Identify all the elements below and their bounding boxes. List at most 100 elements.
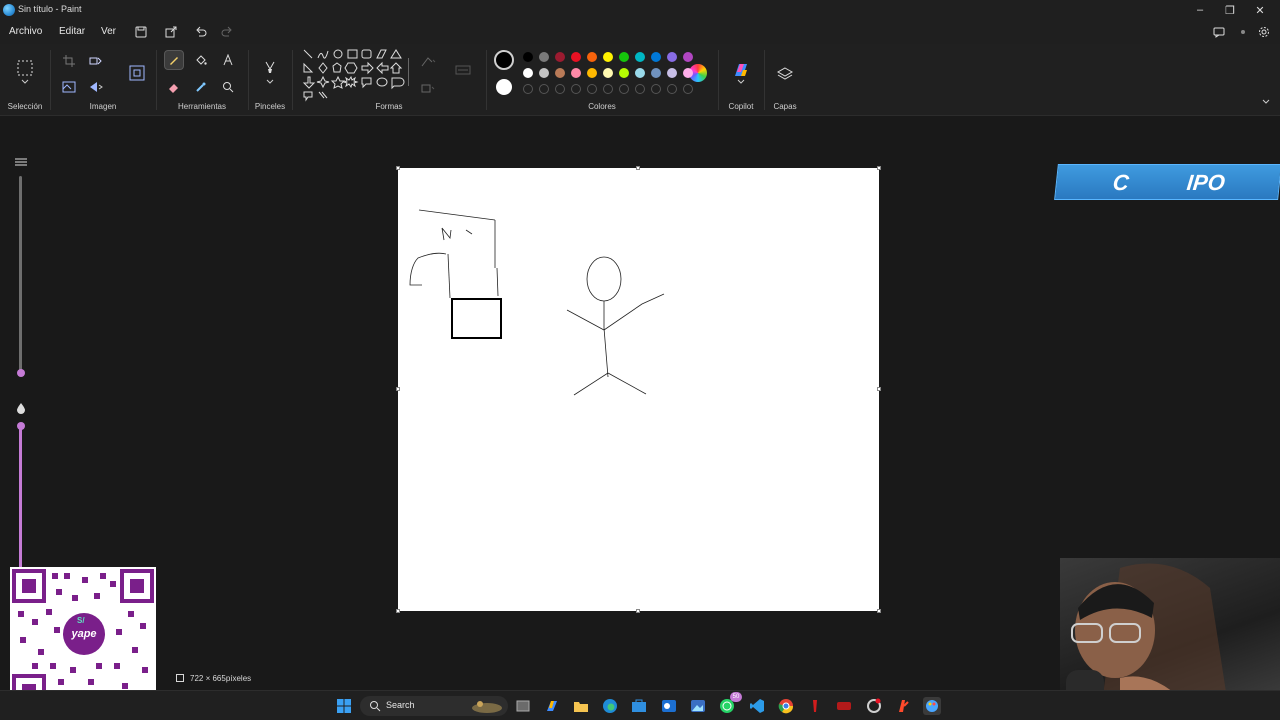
account-icon[interactable]: [1235, 24, 1251, 40]
color-swatch[interactable]: [619, 52, 629, 62]
menu-ver[interactable]: Ver: [101, 26, 116, 37]
taskbar-search[interactable]: Search: [360, 696, 508, 716]
shape-style-icon[interactable]: [453, 60, 473, 80]
crop-icon[interactable]: [59, 51, 79, 71]
windows-start-icon[interactable]: [335, 697, 353, 715]
chrome-icon[interactable]: [777, 697, 795, 715]
ribbon-collapse-chevron-icon[interactable]: [1258, 96, 1274, 108]
color-swatch[interactable]: [651, 52, 661, 62]
resize-image-icon[interactable]: [127, 63, 147, 83]
color-swatch[interactable]: [571, 52, 581, 62]
color-swatch[interactable]: [555, 68, 565, 78]
canvas-resize-handle[interactable]: [396, 609, 400, 613]
share-icon[interactable]: [163, 24, 179, 40]
color-swatch[interactable]: [555, 52, 565, 62]
save-icon[interactable]: [133, 24, 149, 40]
secondary-color-swatch[interactable]: [496, 79, 512, 95]
custom-color-slot[interactable]: [539, 84, 549, 94]
custom-color-slot[interactable]: [571, 84, 581, 94]
brush-size-slider[interactable]: [19, 176, 22, 376]
selection-dropdown-icon[interactable]: [15, 76, 35, 88]
utility-app-icon[interactable]: [865, 697, 883, 715]
photos-icon[interactable]: [689, 697, 707, 715]
canvas-resize-handle[interactable]: [636, 166, 640, 170]
color-swatch[interactable]: [603, 68, 613, 78]
custom-color-slot[interactable]: [635, 84, 645, 94]
copilot-dropdown-icon[interactable]: [731, 76, 751, 88]
layers-icon[interactable]: [775, 64, 795, 84]
custom-color-slot[interactable]: [667, 84, 677, 94]
opacity-slider-thumb[interactable]: [17, 422, 25, 430]
flip-icon[interactable]: [86, 77, 106, 97]
rotate-icon[interactable]: [86, 51, 106, 71]
canvas-resize-handle[interactable]: [396, 166, 400, 170]
drawing-canvas[interactable]: [398, 168, 879, 611]
color-swatch[interactable]: [619, 68, 629, 78]
custom-color-slot[interactable]: [683, 84, 693, 94]
select-rectangle-icon[interactable]: [15, 58, 35, 78]
color-swatch[interactable]: [635, 68, 645, 78]
color-swatch[interactable]: [523, 68, 533, 78]
orange-app-icon[interactable]: [894, 697, 912, 715]
canvas-resize-handle[interactable]: [396, 387, 400, 391]
color-swatch[interactable]: [571, 68, 581, 78]
brushes-dropdown-icon[interactable]: [260, 76, 280, 88]
undo-icon[interactable]: [193, 24, 209, 40]
paint-taskbar-icon[interactable]: [923, 697, 941, 715]
color-swatch[interactable]: [667, 68, 677, 78]
color-swatch[interactable]: [587, 52, 597, 62]
shapes-gallery[interactable]: [302, 48, 406, 102]
canvas-resize-handle[interactable]: [877, 609, 881, 613]
text-tool-icon[interactable]: [218, 50, 238, 70]
magnifier-icon[interactable]: [218, 77, 238, 97]
color-swatch[interactable]: [667, 52, 677, 62]
shape-fill-icon[interactable]: [418, 78, 438, 98]
custom-color-slot[interactable]: [523, 84, 533, 94]
menu-archivo[interactable]: Archivo: [9, 26, 42, 37]
color-swatch[interactable]: [539, 52, 549, 62]
canvas-resize-handle[interactable]: [877, 166, 881, 170]
settings-gear-icon[interactable]: [1256, 24, 1272, 40]
fill-bucket-icon[interactable]: [191, 50, 211, 70]
color-swatch[interactable]: [587, 68, 597, 78]
eraser-icon[interactable]: [164, 77, 184, 97]
color-swatch[interactable]: [651, 68, 661, 78]
shape-outline-icon[interactable]: [418, 52, 438, 72]
custom-color-slot[interactable]: [587, 84, 597, 94]
minimize-button[interactable]: –: [1185, 2, 1215, 18]
maximize-button[interactable]: ❐: [1215, 2, 1245, 18]
vscode-icon[interactable]: [748, 697, 766, 715]
feedback-icon[interactable]: [1211, 24, 1227, 40]
canvas-resize-handle[interactable]: [877, 387, 881, 391]
redo-icon[interactable]: [219, 24, 235, 40]
canvas-resize-handle[interactable]: [636, 609, 640, 613]
color-swatch[interactable]: [539, 68, 549, 78]
custom-color-slot[interactable]: [619, 84, 629, 94]
brush-size-slider-thumb[interactable]: [17, 369, 25, 377]
microsoft-store-icon[interactable]: [630, 697, 648, 715]
remove-background-icon[interactable]: [59, 77, 79, 97]
custom-color-slot[interactable]: [603, 84, 613, 94]
outlook-icon[interactable]: [660, 697, 678, 715]
task-view-icon[interactable]: [514, 697, 532, 715]
color-swatch[interactable]: [683, 52, 693, 62]
pencil-tool-icon[interactable]: [164, 50, 184, 70]
color-swatch[interactable]: [603, 52, 613, 62]
opacity-slider[interactable]: [19, 426, 22, 570]
custom-color-slot[interactable]: [555, 84, 565, 94]
primary-color-swatch[interactable]: [494, 50, 514, 70]
red-app-icon[interactable]: [806, 697, 824, 715]
color-swatch[interactable]: [683, 68, 693, 78]
edge-browser-icon[interactable]: [601, 697, 619, 715]
brush-icon[interactable]: [260, 58, 280, 78]
color-picker-icon[interactable]: [191, 77, 211, 97]
color-swatch[interactable]: [523, 52, 533, 62]
game-app-icon[interactable]: [835, 697, 853, 715]
menu-editar[interactable]: Editar: [59, 26, 85, 37]
close-button[interactable]: ✕: [1245, 2, 1275, 18]
color-swatch[interactable]: [635, 52, 645, 62]
custom-color-slot[interactable]: [651, 84, 661, 94]
shapes-scrollbar[interactable]: [408, 58, 409, 86]
copilot-taskbar-icon[interactable]: [543, 697, 561, 715]
file-explorer-icon[interactable]: [572, 697, 590, 715]
